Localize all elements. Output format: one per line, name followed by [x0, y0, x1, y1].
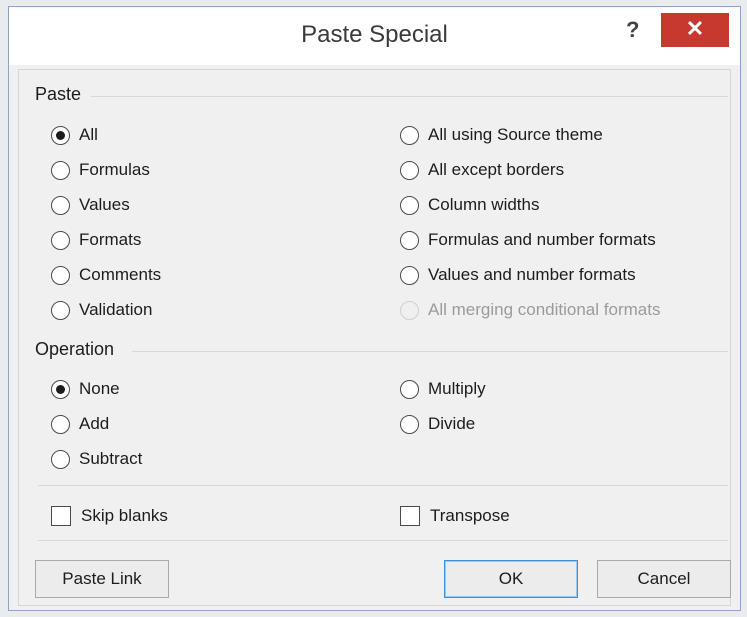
radio-selected-dot	[56, 384, 65, 394]
radio-button-disabled	[400, 300, 419, 320]
radio-paste-column-widths[interactable]: Column widths	[400, 192, 540, 218]
radio-label: Comments	[79, 265, 162, 284]
radio-label: Values and number formats	[428, 265, 636, 284]
radio-paste-all-using-source-theme[interactable]: All using Source theme	[400, 122, 603, 148]
checkbox-box[interactable]	[51, 506, 71, 526]
radio-selected-dot	[56, 130, 65, 140]
radio-paste-comments[interactable]: Comments	[51, 262, 161, 288]
paste-group-label: Paste	[35, 84, 82, 104]
radio-label: Multiply	[428, 379, 486, 398]
radio-button[interactable]	[400, 379, 419, 399]
radio-operation-subtract[interactable]: Subtract	[51, 446, 142, 472]
radio-button[interactable]	[51, 195, 70, 215]
operation-group-label: Operation	[35, 339, 115, 359]
checkbox-transpose[interactable]: Transpose	[400, 503, 510, 529]
radio-label: Formulas and number formats	[428, 230, 656, 249]
radio-button[interactable]	[51, 160, 70, 180]
paste-link-button[interactable]: Paste Link	[35, 560, 169, 598]
radio-label: Validation	[79, 300, 153, 319]
radio-label: All except borders	[428, 160, 565, 179]
ok-button[interactable]: OK	[444, 560, 578, 598]
radio-label: Column widths	[428, 195, 540, 214]
cancel-button[interactable]: Cancel	[597, 560, 731, 598]
radio-label: Divide	[428, 414, 476, 433]
radio-operation-add[interactable]: Add	[51, 411, 109, 437]
radio-button[interactable]	[51, 230, 70, 250]
radio-paste-values-and-number-formats[interactable]: Values and number formats	[400, 262, 636, 288]
radio-button[interactable]	[51, 125, 70, 145]
radio-button[interactable]	[51, 449, 70, 469]
button-divider	[38, 540, 728, 541]
radio-button[interactable]	[51, 265, 70, 285]
radio-button[interactable]	[400, 230, 419, 250]
radio-label: All using Source theme	[428, 125, 603, 144]
close-icon: ✕	[685, 16, 705, 41]
checkbox-label: Transpose	[430, 506, 510, 525]
radio-operation-none[interactable]: None	[51, 376, 120, 402]
radio-paste-formulas[interactable]: Formulas	[51, 157, 150, 183]
title-bar: Paste Special ? ✕	[9, 7, 740, 65]
radio-paste-all-except-borders[interactable]: All except borders	[400, 157, 564, 183]
radio-label: All merging conditional formats	[428, 300, 661, 319]
radio-button[interactable]	[400, 195, 419, 215]
radio-button[interactable]	[400, 160, 419, 180]
radio-paste-values[interactable]: Values	[51, 192, 130, 218]
radio-button[interactable]	[51, 379, 70, 399]
checkbox-label: Skip blanks	[81, 506, 168, 525]
radio-button[interactable]	[51, 300, 70, 320]
dialog-body: Paste All Formulas Values Formats Commen…	[18, 69, 731, 606]
radio-button[interactable]	[400, 125, 419, 145]
radio-label: All	[79, 125, 98, 144]
help-icon[interactable]: ?	[626, 17, 639, 43]
radio-paste-validation[interactable]: Validation	[51, 297, 152, 323]
radio-paste-all[interactable]: All	[51, 122, 98, 148]
checkbox-divider	[38, 485, 728, 486]
radio-operation-multiply[interactable]: Multiply	[400, 376, 486, 402]
radio-label: Subtract	[79, 449, 143, 468]
checkbox-skip-blanks[interactable]: Skip blanks	[51, 503, 168, 529]
radio-paste-all-merging-conditional-formats: All merging conditional formats	[400, 297, 660, 323]
paste-group-divider	[91, 96, 728, 97]
radio-label: Values	[79, 195, 130, 214]
operation-group-divider	[132, 351, 728, 352]
checkbox-box[interactable]	[400, 506, 420, 526]
radio-label: Formats	[79, 230, 142, 249]
radio-paste-formats[interactable]: Formats	[51, 227, 141, 253]
radio-button[interactable]	[51, 414, 70, 434]
radio-operation-divide[interactable]: Divide	[400, 411, 475, 437]
radio-label: None	[79, 379, 120, 398]
radio-label: Formulas	[79, 160, 150, 179]
radio-paste-formulas-and-number-formats[interactable]: Formulas and number formats	[400, 227, 656, 253]
radio-label: Add	[79, 414, 110, 433]
radio-button[interactable]	[400, 265, 419, 285]
paste-special-dialog: Paste Special ? ✕ Paste All Formulas Val…	[8, 6, 741, 611]
close-button[interactable]: ✕	[661, 13, 729, 47]
radio-button[interactable]	[400, 414, 419, 434]
